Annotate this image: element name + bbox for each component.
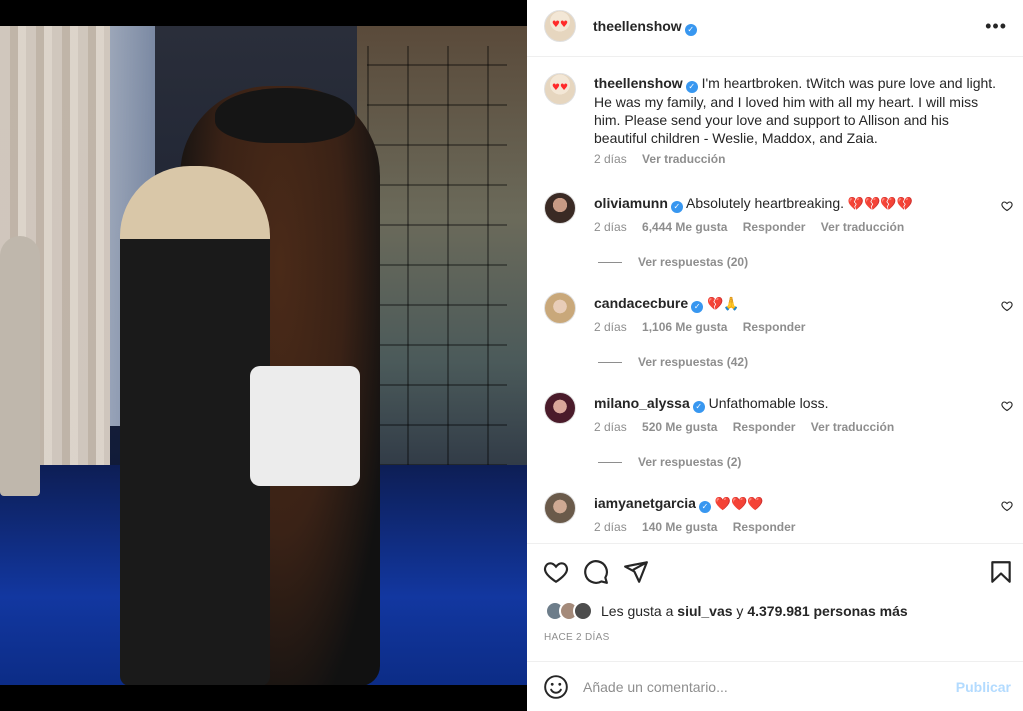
comment-text: Absolutely heartbreaking. xyxy=(686,195,848,211)
reply-button[interactable]: Responder xyxy=(743,220,806,234)
heart-icon[interactable] xyxy=(543,559,569,585)
username-text[interactable]: theellenshow xyxy=(593,18,682,34)
avatar[interactable] xyxy=(573,601,593,621)
likes-prefix: Les gusta a xyxy=(601,603,678,619)
like-comment-heart-icon[interactable] xyxy=(1001,200,1013,212)
comment-line: oliviamunn ✓ Absolutely heartbreaking. 💔💔… xyxy=(594,195,913,213)
comment-likes[interactable]: 6,444 Me gusta xyxy=(642,220,727,234)
comment-text: Unfathomable loss. xyxy=(708,395,829,411)
post-actions: Les gusta a siul_vas y 4.379.981 persona… xyxy=(527,543,1023,661)
post-timestamp[interactable]: Hace 2 días xyxy=(544,632,610,643)
red-heart-emoji: ❤️❤️❤️ xyxy=(714,497,764,512)
comment-item: milano_alyssa ✓ Unfathomable loss. 2 días… xyxy=(527,392,1023,492)
comment-username[interactable]: iamyanetgarcia xyxy=(594,495,696,511)
likes-count-link[interactable]: 4.379.981 personas más xyxy=(747,603,907,619)
more-options-icon[interactable]: ••• xyxy=(985,17,1007,35)
comment-line: milano_alyssa ✓ Unfathomable loss. xyxy=(594,395,828,413)
photo-pane xyxy=(0,0,527,711)
comment-icon[interactable] xyxy=(583,559,609,585)
comment-time[interactable]: 2 días xyxy=(594,520,627,534)
avatar[interactable] xyxy=(544,292,576,324)
photo-bystander xyxy=(0,236,40,496)
avatar[interactable] xyxy=(544,392,576,424)
liker-username[interactable]: siul_vas xyxy=(677,603,732,619)
verified-icon: ✓ xyxy=(685,81,698,93)
comment-time[interactable]: 2 días xyxy=(594,220,627,234)
instagram-post-view: theellenshow✓ ••• theellenshow✓ I'm hear… xyxy=(0,0,1023,711)
like-comment-heart-icon[interactable] xyxy=(1001,400,1013,412)
avatar[interactable] xyxy=(544,10,576,42)
comment-item: oliviamunn ✓ Absolutely heartbreaking. 💔💔… xyxy=(527,192,1023,292)
caption-time[interactable]: 2 días xyxy=(594,152,627,166)
add-comment-bar: Publicar xyxy=(527,661,1023,711)
translate-link[interactable]: Ver traducción xyxy=(642,152,725,166)
comment-meta: 2 días 520 Me gusta Responder Ver traduc… xyxy=(594,420,906,434)
avatar[interactable] xyxy=(544,192,576,224)
avatar[interactable] xyxy=(544,492,576,524)
post-header: theellenshow✓ ••• xyxy=(527,0,1023,57)
likes-text: Les gusta a siul_vas y 4.379.981 persona… xyxy=(601,603,908,619)
verified-icon: ✓ xyxy=(691,301,704,313)
photo-set-grid xyxy=(367,46,507,466)
verified-icon: ✓ xyxy=(698,501,711,513)
comment-username[interactable]: oliviamunn xyxy=(594,195,668,211)
comment-item: candacecbure ✓ 💔🙏 2 días 1,106 Me gusta R… xyxy=(527,292,1023,392)
comment-likes[interactable]: 1,106 Me gusta xyxy=(642,320,727,334)
translate-link[interactable]: Ver traducción xyxy=(811,420,894,434)
likes-summary: Les gusta a siul_vas y 4.379.981 persona… xyxy=(545,600,908,622)
post-photo[interactable] xyxy=(0,26,527,685)
comment-meta: 2 días 1,106 Me gusta Responder xyxy=(594,320,817,334)
comment-item: iamyanetgarcia ✓ ❤️❤️❤️ 2 días 140 Me gus… xyxy=(527,492,1023,542)
caption-username[interactable]: theellenshow xyxy=(594,75,683,91)
view-replies-button[interactable]: Ver respuestas (42) xyxy=(598,355,748,369)
post-username[interactable]: theellenshow ✓ xyxy=(593,18,697,36)
verified-icon: ✓ xyxy=(692,401,705,413)
share-icon[interactable] xyxy=(623,559,649,585)
photo-person-suit xyxy=(120,166,270,685)
bookmark-icon[interactable] xyxy=(988,559,1014,585)
like-comment-heart-icon[interactable] xyxy=(1001,300,1013,312)
heart-pray-emoji: 💔🙏 xyxy=(707,297,740,312)
reply-button[interactable]: Responder xyxy=(733,520,796,534)
photo-shirt xyxy=(250,366,360,486)
view-replies-button[interactable]: Ver respuestas (20) xyxy=(598,255,748,269)
caption-meta: 2 días Ver traducción xyxy=(594,152,725,166)
caption-text: theellenshow ✓ I'm heartbroken. tWitch wa… xyxy=(594,74,1004,147)
emoji-smile-icon[interactable] xyxy=(543,674,569,700)
comment-time[interactable]: 2 días xyxy=(594,320,627,334)
reply-button[interactable]: Responder xyxy=(733,420,796,434)
comment-line: iamyanetgarcia ✓ ❤️❤️❤️ xyxy=(594,495,763,513)
comment-likes[interactable]: 140 Me gusta xyxy=(642,520,717,534)
broken-heart-emoji: 💔💔💔💔 xyxy=(847,197,913,212)
like-comment-heart-icon[interactable] xyxy=(1001,500,1013,512)
comment-username[interactable]: candacecbure xyxy=(594,295,688,311)
likes-mid: y xyxy=(732,603,748,619)
view-replies-button[interactable]: Ver respuestas (2) xyxy=(598,455,741,469)
comment-meta: 2 días 6,444 Me gusta Responder Ver trad… xyxy=(594,220,916,234)
publish-button[interactable]: Publicar xyxy=(956,679,1011,695)
translate-link[interactable]: Ver traducción xyxy=(821,220,904,234)
verified-icon: ✓ xyxy=(684,24,697,36)
comment-likes[interactable]: 520 Me gusta xyxy=(642,420,717,434)
photo-hat xyxy=(215,88,355,143)
comment-username[interactable]: milano_alyssa xyxy=(594,395,690,411)
avatar[interactable] xyxy=(544,73,576,105)
comment-meta: 2 días 140 Me gusta Responder xyxy=(594,520,807,534)
comment-time[interactable]: 2 días xyxy=(594,420,627,434)
comment-input[interactable] xyxy=(583,675,943,699)
post-side-panel: theellenshow✓ ••• theellenshow✓ I'm hear… xyxy=(527,0,1023,711)
reply-button[interactable]: Responder xyxy=(743,320,806,334)
comment-line: candacecbure ✓ 💔🙏 xyxy=(594,295,739,313)
verified-icon: ✓ xyxy=(670,201,683,213)
